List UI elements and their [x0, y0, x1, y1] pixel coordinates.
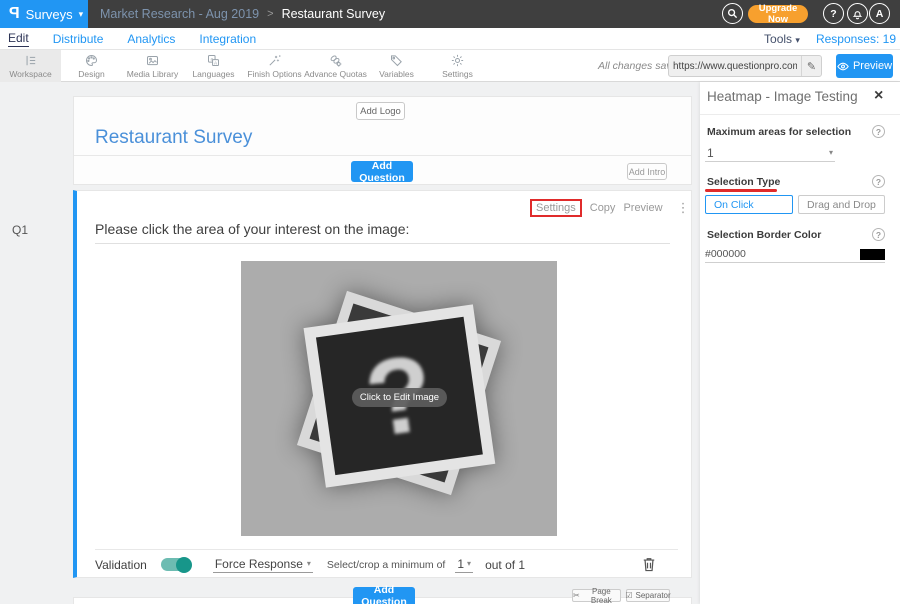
- breadcrumb-parent[interactable]: Market Research - Aug 2019: [100, 7, 259, 21]
- chevron-down-icon: ▾: [795, 35, 800, 45]
- workspace-icon: [23, 53, 38, 68]
- toolbar-item-workspace[interactable]: Workspace: [0, 50, 61, 82]
- upgrade-now-button[interactable]: Upgrade Now: [748, 5, 808, 23]
- divider: [95, 243, 670, 244]
- tag-icon: [389, 53, 404, 68]
- questionpro-logo-icon: P: [9, 5, 20, 23]
- validation-label: Validation: [95, 558, 147, 572]
- image-icon: [145, 53, 160, 68]
- help-icon[interactable]: ?: [872, 125, 885, 138]
- surveys-menu[interactable]: P Surveys ▾: [0, 0, 88, 28]
- delete-question-trash-icon[interactable]: [642, 556, 656, 577]
- validation-row: Validation Force Response ▾ Select/crop …: [95, 551, 678, 578]
- preview-button[interactable]: Preview: [836, 54, 893, 78]
- nav-tab-integration[interactable]: Integration: [199, 32, 256, 46]
- selection-type-on-click-button[interactable]: On Click: [705, 195, 793, 214]
- border-color-value: #000000: [705, 248, 746, 260]
- help-button[interactable]: ?: [823, 3, 844, 24]
- toolbar-item-media-library[interactable]: Media Library: [122, 50, 183, 82]
- max-areas-select[interactable]: 1 ▾: [705, 144, 835, 162]
- min-selection-suffix: out of 1: [485, 558, 525, 572]
- quota-links-icon: [328, 53, 343, 68]
- panel-title: Heatmap - Image Testing: [707, 89, 858, 104]
- tools-label: Tools: [764, 32, 792, 46]
- click-to-edit-image-button[interactable]: Click to Edit Image: [352, 388, 447, 407]
- surveys-menu-label: Surveys: [26, 7, 73, 22]
- separator-button[interactable]: ☑ Separator: [626, 589, 670, 602]
- add-question-button-top[interactable]: Add Question: [351, 161, 413, 182]
- add-logo-button[interactable]: Add Logo: [356, 102, 405, 120]
- toolbar-item-languages[interactable]: a A Languages: [183, 50, 244, 82]
- breadcrumb-separator: >: [267, 8, 273, 20]
- max-areas-label: Maximum areas for selection: [707, 126, 851, 138]
- notifications-bell-icon[interactable]: [847, 3, 868, 24]
- responses-count-link[interactable]: Responses: 19: [816, 32, 896, 46]
- min-selection-select[interactable]: 1 ▾: [455, 557, 473, 573]
- selection-type-drag-drop-button[interactable]: Drag and Drop: [798, 195, 885, 214]
- nav-tab-analytics[interactable]: Analytics: [127, 32, 175, 46]
- tools-menu[interactable]: Tools ▾: [764, 32, 800, 46]
- add-intro-button[interactable]: Add Intro: [627, 163, 667, 180]
- close-icon[interactable]: ×: [874, 87, 883, 105]
- divider: [700, 114, 900, 115]
- kebab-menu-icon[interactable]: ⋮: [677, 200, 690, 216]
- nav-tab-edit[interactable]: Edit: [8, 31, 29, 47]
- chevron-down-icon: ▾: [307, 559, 311, 568]
- question-actions: Settings Copy Preview ⋮: [530, 199, 690, 217]
- validation-type-select[interactable]: Force Response ▾: [213, 557, 313, 573]
- question-settings-button[interactable]: Settings: [530, 199, 582, 217]
- toolbar-item-variables[interactable]: Variables: [366, 50, 427, 82]
- help-icon[interactable]: ?: [872, 228, 885, 241]
- toolbar-item-settings[interactable]: Settings: [427, 50, 488, 82]
- question-text[interactable]: Please click the area of your interest o…: [95, 221, 409, 237]
- toggle-knob: [176, 557, 192, 573]
- page-break-button[interactable]: ✂ Page Break: [572, 589, 621, 602]
- survey-title[interactable]: Restaurant Survey: [95, 127, 252, 149]
- help-icon[interactable]: ?: [872, 175, 885, 188]
- separator-checkbox-icon: ☑: [625, 591, 632, 600]
- toolbar-item-design[interactable]: Design: [61, 50, 122, 82]
- border-color-field[interactable]: #000000: [705, 246, 885, 263]
- eye-icon: [837, 62, 849, 71]
- breadcrumb-current: Restaurant Survey: [282, 7, 386, 21]
- survey-url-group: ✎: [668, 55, 822, 77]
- main-nav: Edit Distribute Analytics Integration To…: [0, 28, 900, 50]
- nav-tab-distribute[interactable]: Distribute: [53, 32, 104, 46]
- top-bar: P Surveys ▾ Market Research - Aug 2019 >…: [0, 0, 900, 28]
- toolbar-item-finish-options[interactable]: Finish Options: [244, 50, 305, 82]
- add-question-button-bottom[interactable]: Add Question: [353, 587, 415, 604]
- validation-toggle[interactable]: [161, 558, 191, 571]
- border-color-label: Selection Border Color: [707, 229, 821, 241]
- chevron-down-icon: ▾: [79, 9, 84, 20]
- selection-type-label: Selection Type: [707, 176, 780, 188]
- question-preview-button[interactable]: Preview: [623, 202, 662, 214]
- color-swatch[interactable]: [860, 249, 885, 260]
- search-icon[interactable]: [722, 3, 743, 24]
- translate-icon: a A: [206, 53, 221, 68]
- gear-icon: [450, 53, 465, 68]
- palette-icon: [84, 53, 99, 68]
- edit-url-pencil-icon[interactable]: ✎: [801, 56, 821, 76]
- breadcrumb: Market Research - Aug 2019 > Restaurant …: [100, 0, 385, 28]
- account-avatar[interactable]: A: [869, 3, 890, 24]
- app-root: P Surveys ▾ Market Research - Aug 2019 >…: [0, 0, 900, 604]
- magic-wand-icon: [267, 53, 282, 68]
- divider: [95, 549, 678, 550]
- toolbar-item-advance-quotas[interactable]: Advance Quotas: [305, 50, 366, 82]
- survey-url-input[interactable]: [669, 61, 801, 72]
- chevron-down-icon: ▾: [467, 559, 471, 568]
- min-selection-prefix: Select/crop a minimum of: [327, 559, 445, 571]
- question-copy-button[interactable]: Copy: [590, 202, 616, 214]
- question-number: Q1: [12, 223, 28, 237]
- page-break-icon: ✂: [573, 591, 580, 600]
- chevron-down-icon: ▾: [829, 148, 833, 157]
- divider: [74, 155, 691, 156]
- red-highlight-underline: [705, 189, 777, 192]
